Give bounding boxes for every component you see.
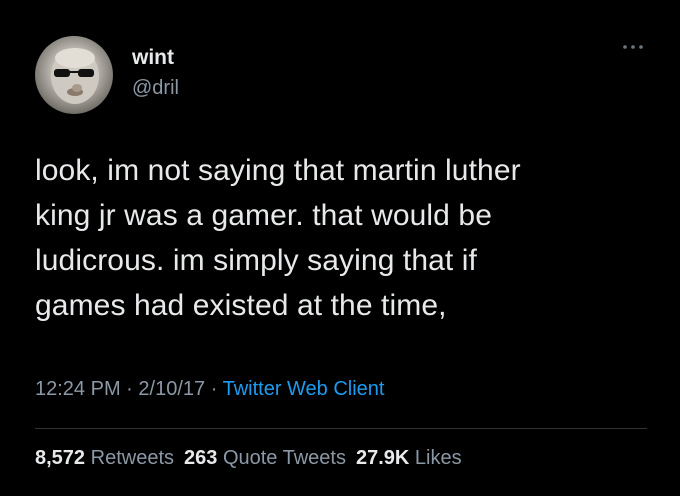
quote-tweets-stat[interactable]: 263 Quote Tweets <box>184 447 346 469</box>
likes-label: Likes <box>414 447 462 469</box>
retweets-stat[interactable]: 8,572 Retweets <box>35 447 174 469</box>
client-link[interactable]: Twitter Web Client <box>223 378 385 400</box>
tweet-time[interactable]: 12:24 PM <box>35 378 121 400</box>
retweets-count: 8,572 <box>35 447 86 469</box>
quote-tweets-count: 263 <box>184 447 218 469</box>
display-name[interactable]: wint <box>132 46 174 70</box>
divider <box>35 428 647 429</box>
retweets-label: Retweets <box>90 447 174 469</box>
avatar-photo-icon <box>51 48 99 104</box>
likes-stat[interactable]: 27.9K Likes <box>356 447 462 469</box>
likes-count: 27.9K <box>355 447 410 469</box>
quote-tweets-label: Quote Tweets <box>222 447 346 469</box>
more-options-icon[interactable] <box>620 40 646 54</box>
tweet-stats: 8,572 Retweets 263 Quote Tweets 27.9K Like… <box>35 445 462 471</box>
avatar[interactable] <box>35 36 113 114</box>
tweet-text-line: king jr was a gamer. that would be <box>35 199 492 232</box>
tweet-text-line: ludicrous. im simply saying that if <box>35 244 477 277</box>
meta-separator: · <box>126 378 133 400</box>
tweet-text-line: look, im not saying that martin luther <box>35 154 521 187</box>
user-handle[interactable]: @dril <box>132 76 179 100</box>
tweet-text: look, im not saying that martin luther k… <box>35 148 645 328</box>
tweet-text-line: games had existed at the time, <box>35 289 447 322</box>
meta-separator: · <box>210 378 218 400</box>
tweet-date[interactable]: 2/10/17 <box>138 378 205 400</box>
tweet-card: wint @dril look, im not saying that mart… <box>0 0 680 496</box>
tweet-meta: 12:24 PM · 2/10/17 · Twitter Web Client <box>35 376 384 402</box>
